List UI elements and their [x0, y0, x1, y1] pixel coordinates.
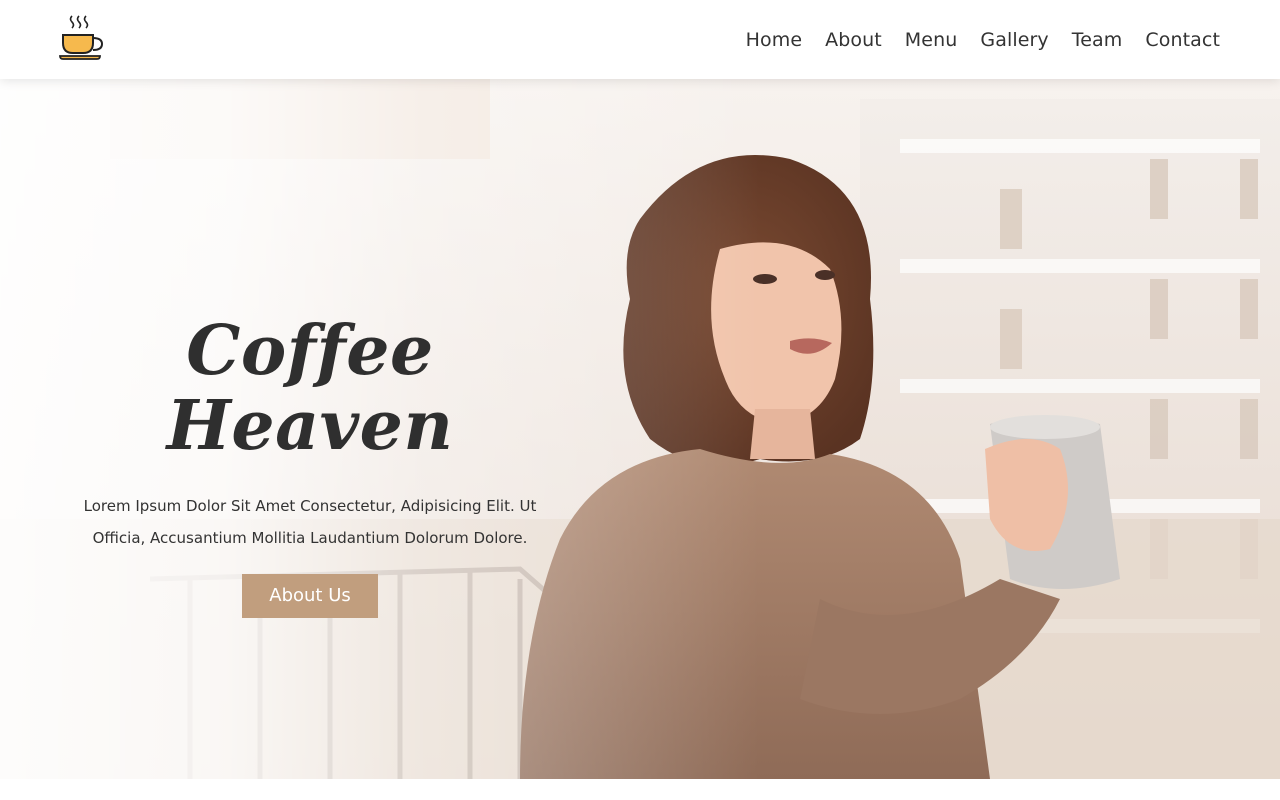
- coffee-cup-icon[interactable]: [58, 14, 108, 62]
- hero-description: Lorem Ipsum Dolor Sit Amet Consectetur, …: [83, 496, 537, 547]
- nav-menu-link[interactable]: Menu: [905, 29, 958, 51]
- hero-content: Coffee Heaven Lorem Ipsum Dolor Sit Amet…: [40, 314, 580, 618]
- nav-contact-link[interactable]: Contact: [1145, 29, 1220, 51]
- logo-svg: [59, 15, 104, 60]
- hero-section: Coffee Heaven Lorem Ipsum Dolor Sit Amet…: [0, 79, 1280, 779]
- nav-home-link[interactable]: Home: [746, 29, 803, 51]
- main-nav: Home About Menu Gallery Team Contact: [723, 0, 1220, 79]
- hero-title: Coffee Heaven: [166, 311, 454, 466]
- about-us-button[interactable]: About Us: [242, 573, 378, 618]
- nav-about-link[interactable]: About: [825, 29, 882, 51]
- site-header: Home About Menu Gallery Team Contact: [0, 0, 1280, 79]
- nav-gallery-link[interactable]: Gallery: [980, 29, 1048, 51]
- nav-team-link[interactable]: Team: [1072, 29, 1123, 51]
